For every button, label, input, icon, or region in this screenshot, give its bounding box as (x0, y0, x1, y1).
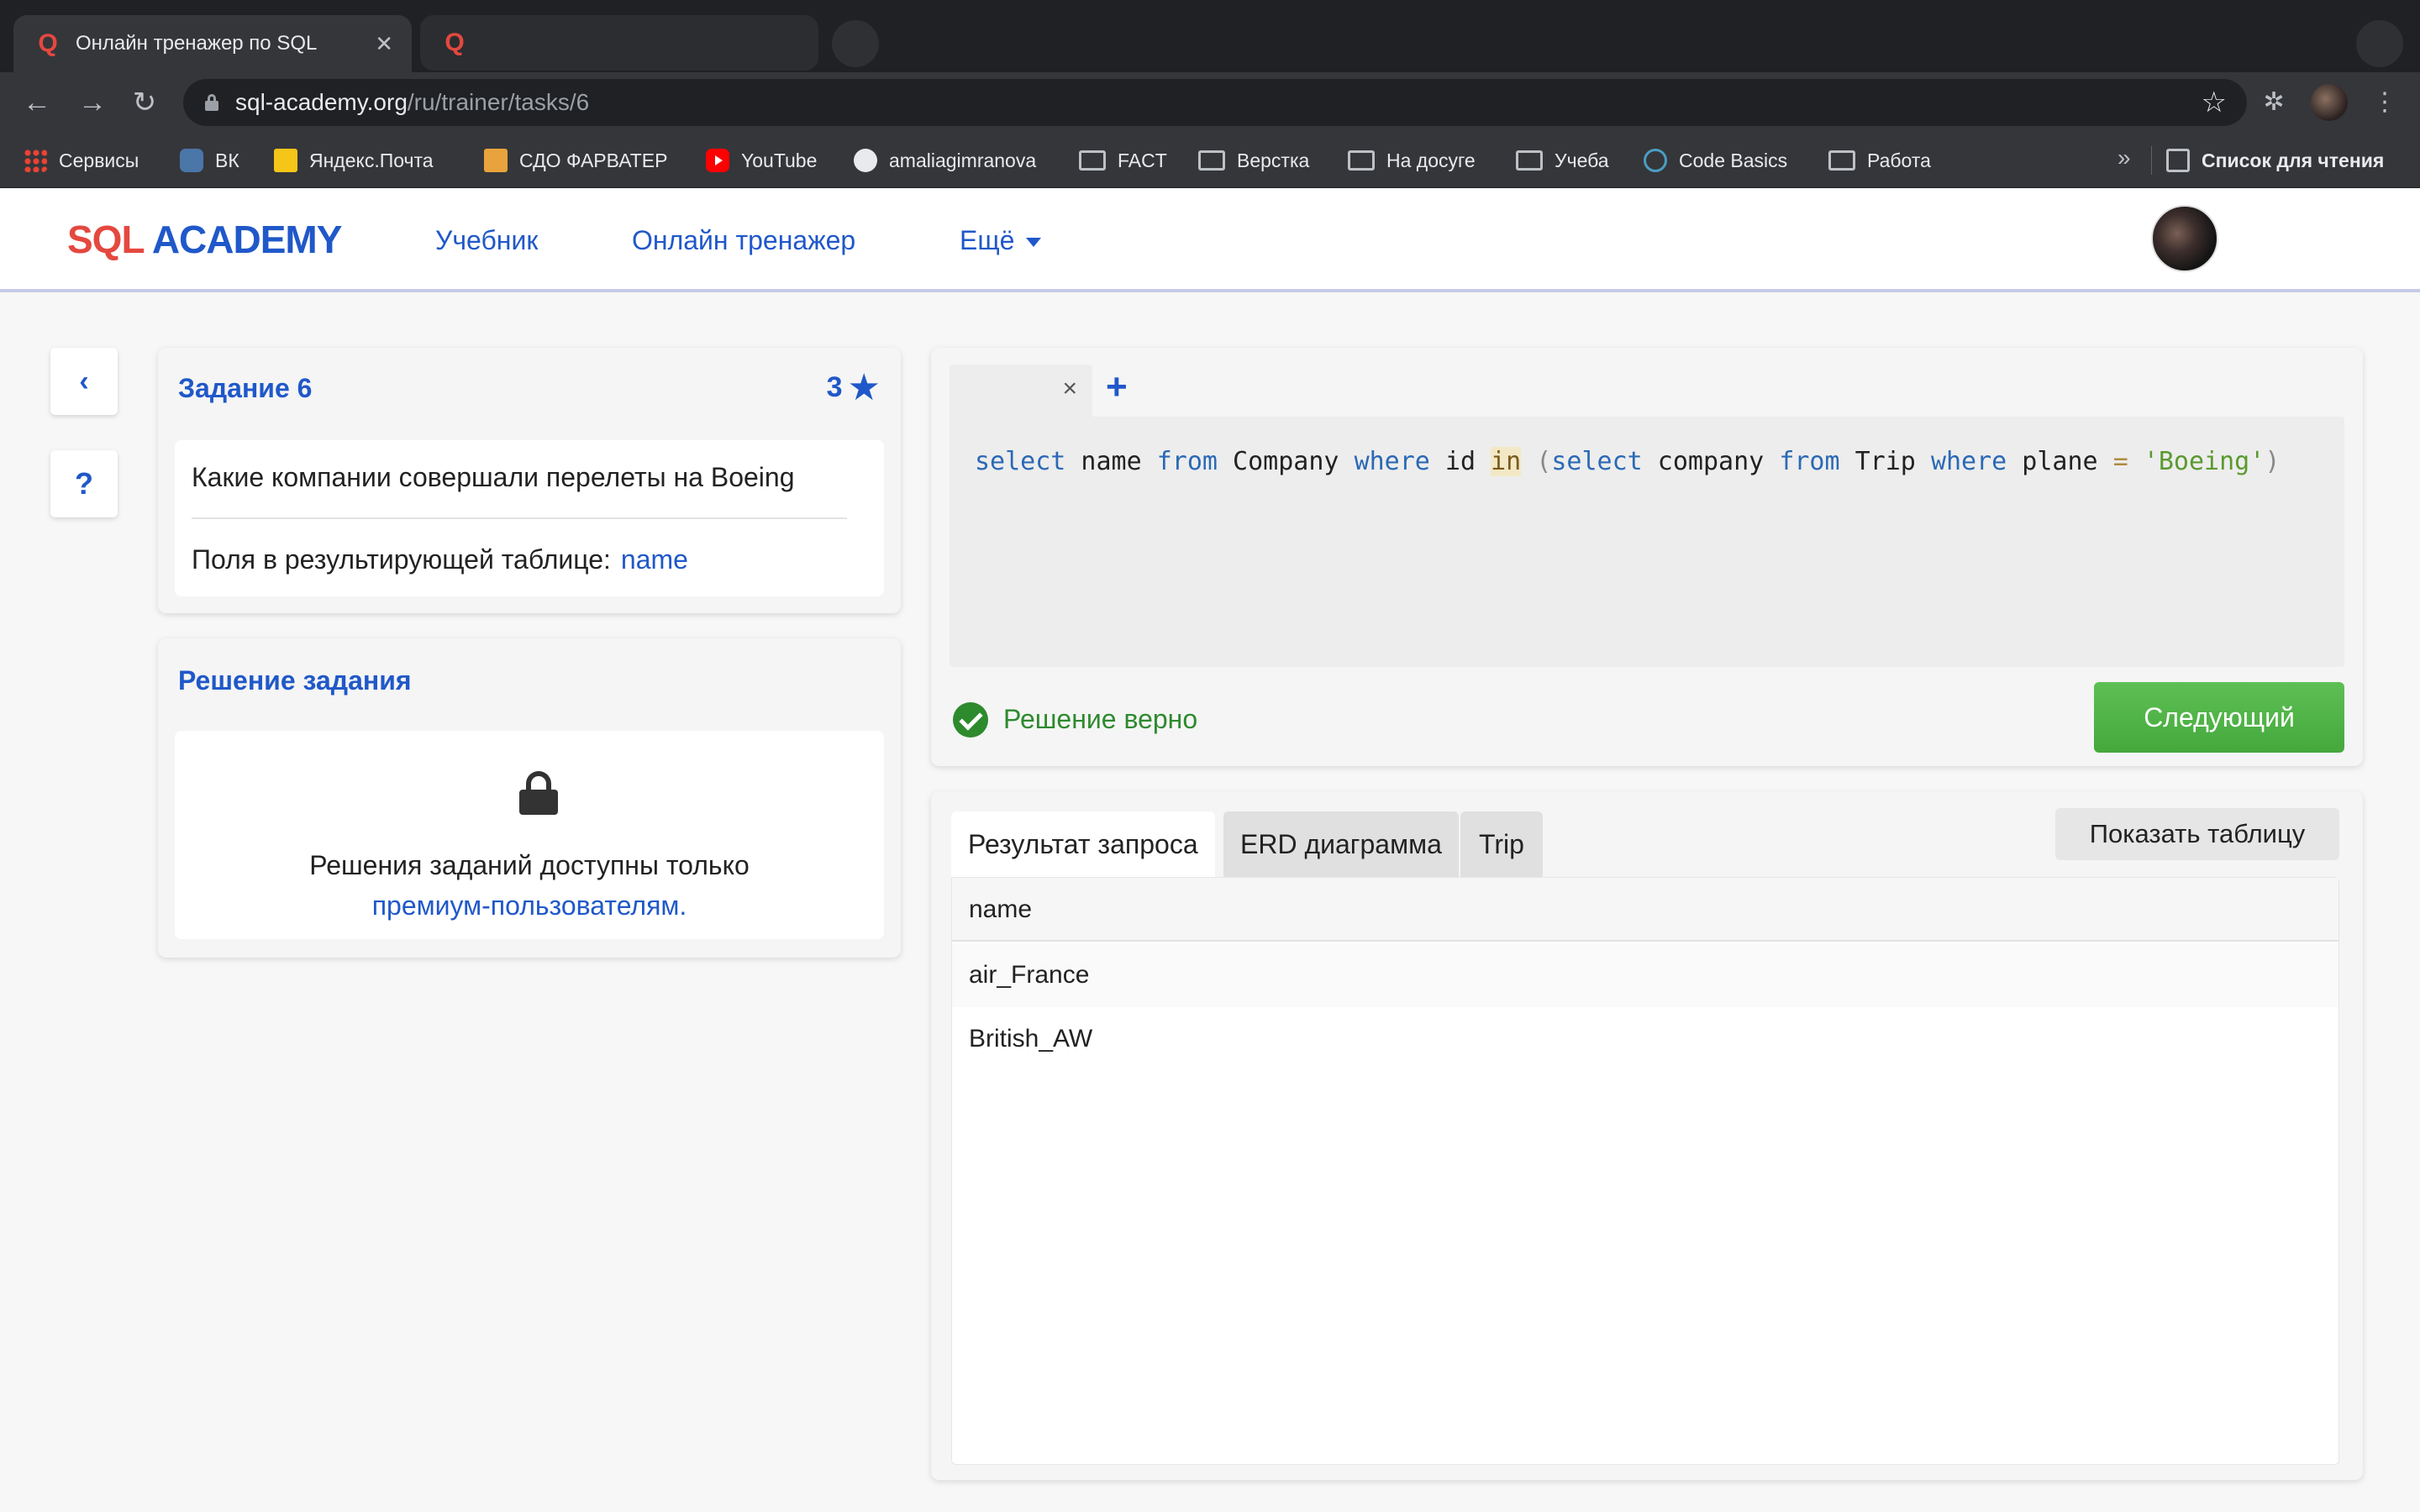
task-difficulty: 3 ★ (826, 366, 881, 408)
sql-academy-favicon-icon: Q (445, 29, 465, 56)
back-chevron-button[interactable]: ‹ (50, 348, 118, 415)
back-arrow-icon[interactable]: ← (18, 84, 55, 121)
question-mark-icon: ? (75, 466, 93, 501)
user-avatar[interactable] (2151, 205, 2218, 272)
task-card: Задание 6 3 ★ Какие компании совершали пе… (158, 348, 901, 613)
table-row: British_AW (969, 1025, 1093, 1053)
reading-list-button[interactable]: Список для чтения (2166, 146, 2384, 175)
site-logo[interactable]: SQL ACADEMY (67, 217, 342, 262)
results-card: Результат запроса ERD диаграмма Trip Пок… (931, 791, 2363, 1480)
folder-icon (1079, 150, 1106, 171)
divider (192, 517, 847, 519)
site-header: SQL ACADEMY Учебник Онлайн тренажер Ещё (0, 188, 2420, 292)
bookmark-folder-ucheba[interactable]: Учеба (1516, 146, 1609, 175)
solution-locked-box: Решения заданий доступны только премиум-п… (175, 731, 884, 939)
apps-grid-icon (24, 149, 47, 172)
help-button[interactable]: ? (50, 450, 118, 517)
folder-icon (1828, 150, 1855, 171)
url-text: sql-academy.org/ru/trainer/tasks/6 (235, 89, 590, 115)
bookmark-yandex-mail[interactable]: Яндекс.Почта (274, 146, 434, 175)
result-fields-line: Поля в результирующей таблице: name (192, 544, 688, 575)
bookmark-vk[interactable]: ВК (180, 146, 239, 175)
extensions-puzzle-icon[interactable]: ✲ (2255, 84, 2292, 121)
nav-more-dropdown[interactable]: Ещё (960, 225, 1042, 256)
solution-title: Решение задания (178, 665, 412, 696)
bookmark-folder-na-dosuge[interactable]: На досуге (1348, 146, 1476, 175)
result-table: name air_France British_AW (951, 877, 2339, 1465)
address-bar[interactable]: sql-academy.org/ru/trainer/tasks/6 ☆ (183, 79, 2247, 126)
solution-card: Решение задания Решения заданий доступны… (158, 638, 901, 958)
browser-toolbar: ← → ↻ sql-academy.org/ru/trainer/tasks/6… (0, 72, 2420, 133)
forward-arrow-icon[interactable]: → (74, 84, 111, 121)
lock-icon (205, 94, 218, 111)
browser-tab-inactive[interactable]: Q (420, 15, 818, 71)
lock-icon (519, 771, 558, 815)
check-circle-icon (953, 702, 988, 738)
table-row: air_France (952, 943, 2338, 1007)
tab-erd-diagram[interactable]: ERD диаграмма (1223, 811, 1459, 877)
bookmark-folder-verstka[interactable]: Верстка (1198, 146, 1309, 175)
sql-query-line: select name from Company where id in (se… (975, 447, 2281, 476)
table-header-name: name (952, 878, 2338, 942)
folder-icon (1348, 150, 1375, 171)
nav-textbook-link[interactable]: Учебник (435, 225, 538, 256)
browser-tab-title: Онлайн тренажер по SQL (76, 32, 318, 55)
sql-editor[interactable]: select name from Company where id in (se… (950, 417, 2344, 667)
next-task-button[interactable]: Следующий (2094, 682, 2344, 753)
caret-down-icon (1026, 238, 1042, 248)
folder-icon (1198, 150, 1225, 171)
close-icon[interactable]: × (1062, 375, 1077, 403)
nav-trainer-link[interactable]: Онлайн тренажер (632, 225, 855, 256)
browser-profile-avatar[interactable] (2311, 84, 2348, 121)
task-title: Задание 6 (178, 373, 313, 403)
result-field-name: name (620, 544, 688, 575)
bookmark-folder-fact[interactable]: FACT (1079, 146, 1167, 175)
youtube-icon (706, 149, 729, 172)
reload-icon[interactable]: ↻ (126, 84, 163, 121)
add-query-tab-button[interactable]: + (1106, 366, 1128, 408)
chevron-left-icon: ‹ (79, 365, 89, 397)
reading-list-icon (2166, 149, 2190, 172)
task-question: Какие компании совершали перелеты на Boe… (192, 462, 795, 492)
browser-menu-icon[interactable]: ⋮ (2366, 84, 2403, 121)
bookmark-github[interactable]: amaliagimranova (854, 146, 1036, 175)
premium-users-link[interactable]: премиум-пользователям. (372, 890, 687, 921)
tab-search-button[interactable] (2356, 20, 2403, 67)
new-tab-button[interactable] (832, 20, 879, 67)
bookmark-star-icon[interactable]: ☆ (2202, 86, 2227, 119)
solution-status: Решение верно (1003, 704, 1198, 734)
sql-academy-favicon-icon: Q (38, 29, 58, 57)
star-icon: ★ (847, 366, 881, 408)
github-icon (854, 149, 877, 172)
browser-tab-strip: Q Онлайн тренажер по SQL ✕ Q (0, 0, 2420, 72)
bookmarks-bar: Сервисы ВК Яндекс.Почта СДО ФАРВАТЕР You… (0, 133, 2420, 188)
code-basics-icon (1644, 149, 1667, 172)
bookmark-sdo-farvater[interactable]: СДО ФАРВАТЕР (484, 146, 667, 175)
bookmark-services[interactable]: Сервисы (24, 146, 139, 175)
folder-icon (1516, 150, 1543, 171)
close-tab-icon[interactable]: ✕ (375, 31, 393, 57)
bookmark-folder-rabota[interactable]: Работа (1828, 146, 1931, 175)
editor-card: × + select name from Company where id in… (931, 348, 2363, 766)
show-table-button[interactable]: Показать таблицу (2055, 808, 2339, 860)
query-tab[interactable]: × (950, 365, 1092, 417)
task-description-box: Какие компании совершали перелеты на Boe… (175, 440, 884, 596)
bookmark-youtube[interactable]: YouTube (706, 146, 817, 175)
browser-tab-active[interactable]: Q Онлайн тренажер по SQL ✕ (13, 15, 412, 72)
mail-icon (274, 149, 297, 172)
tab-trip-table[interactable]: Trip (1460, 811, 1543, 877)
premium-notice: Решения заданий доступны только премиум-п… (309, 850, 750, 921)
bookmarks-divider (2151, 146, 2152, 175)
tab-query-result[interactable]: Результат запроса (951, 811, 1215, 877)
vk-icon (180, 149, 203, 172)
bookmark-code-basics[interactable]: Code Basics (1644, 146, 1787, 175)
sdo-icon (484, 149, 508, 172)
more-bookmarks-chevron-icon[interactable]: » (2118, 144, 2131, 171)
